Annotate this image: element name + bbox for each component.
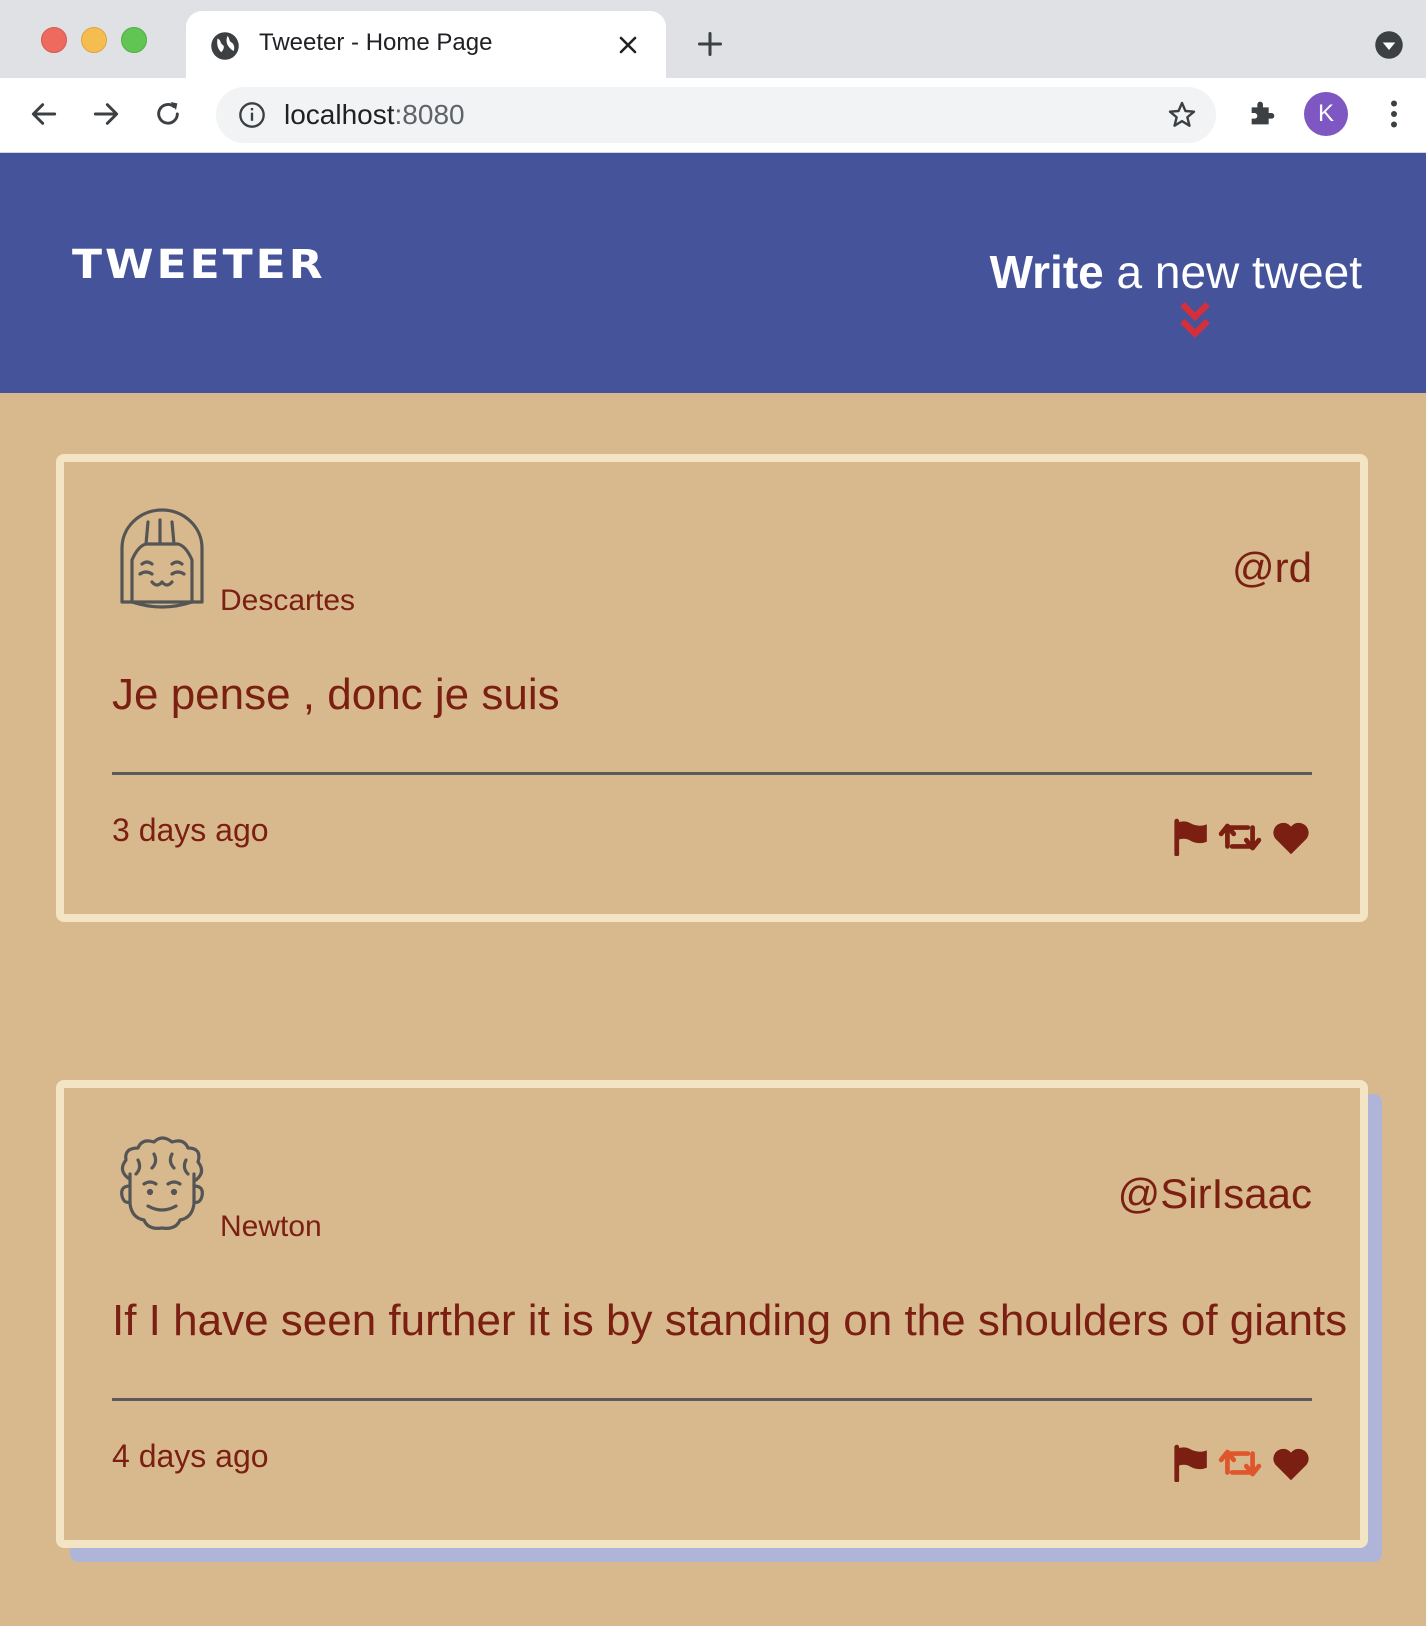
more-menu-icon[interactable] xyxy=(1376,96,1412,132)
double-chevron-down-icon[interactable] xyxy=(1178,300,1212,342)
heart-icon[interactable] xyxy=(1270,818,1312,856)
close-window-button[interactable] xyxy=(41,27,67,53)
flag-icon[interactable] xyxy=(1172,1444,1210,1482)
tweet-timestamp: 3 days ago xyxy=(112,812,269,848)
tab-title: Tweeter - Home Page xyxy=(259,29,493,56)
write-new-tweet-link[interactable]: Write a new tweet xyxy=(990,245,1362,299)
browser-tab[interactable]: Tweeter - Home Page xyxy=(186,11,666,78)
tweet-author-handle: @SirIsaac xyxy=(1117,1170,1312,1217)
tweet-actions xyxy=(1172,818,1312,858)
tweet-divider xyxy=(112,772,1312,775)
tweet-author-handle: @rd xyxy=(1232,544,1312,591)
compose-strong-text: Write xyxy=(989,246,1104,298)
girl-face-icon xyxy=(120,508,204,609)
curly-hair-face-icon xyxy=(120,1136,204,1230)
retweet-icon[interactable] xyxy=(1218,1444,1262,1482)
back-arrow-icon[interactable] xyxy=(28,98,60,130)
browser-toolbar: localhost:8080 K xyxy=(0,78,1426,153)
profile-avatar[interactable]: K xyxy=(1304,92,1348,136)
site-header: TWEETER Write a new tweet xyxy=(0,153,1426,393)
brand-logo[interactable]: TWEETER xyxy=(72,241,326,288)
maximize-window-button[interactable] xyxy=(121,27,147,53)
globe-icon xyxy=(211,32,239,60)
tweet-author-name: Descartes xyxy=(220,584,356,617)
tweet-divider xyxy=(112,1398,1312,1401)
compose-rest-text: a new tweet xyxy=(1103,246,1363,298)
tweet-actions xyxy=(1172,1444,1312,1484)
tweet-timestamp: 4 days ago xyxy=(112,1438,269,1474)
address-bar[interactable]: localhost:8080 xyxy=(216,87,1216,143)
minimize-window-button[interactable] xyxy=(81,27,107,53)
close-tab-icon[interactable] xyxy=(616,33,640,57)
tweet-content: Je pense , donc je suis xyxy=(112,670,560,719)
info-icon[interactable] xyxy=(238,101,266,129)
url-port: :8080 xyxy=(394,99,465,130)
tweet-card: Newton @SirIsaac If I have seen further … xyxy=(56,1080,1368,1548)
heart-icon[interactable] xyxy=(1270,1444,1312,1482)
tweet-content: If I have seen further it is by standing… xyxy=(112,1296,1348,1345)
tab-search-icon[interactable] xyxy=(1374,30,1404,60)
retweet-icon[interactable] xyxy=(1218,818,1262,856)
bookmark-star-icon[interactable] xyxy=(1166,99,1198,131)
url-text[interactable]: localhost:8080 xyxy=(284,99,465,131)
reload-icon[interactable] xyxy=(152,98,184,130)
tweet-card: Descartes @rd Je pense , donc je suis 3 … xyxy=(56,454,1368,922)
tweet-author-name: Newton xyxy=(220,1210,322,1243)
new-tab-icon[interactable] xyxy=(696,30,724,58)
browser-tab-strip: Tweeter - Home Page xyxy=(0,0,1426,78)
url-host: localhost xyxy=(284,99,395,130)
extensions-puzzle-icon[interactable] xyxy=(1246,96,1280,130)
forward-arrow-icon[interactable] xyxy=(90,98,122,130)
flag-icon[interactable] xyxy=(1172,818,1210,856)
